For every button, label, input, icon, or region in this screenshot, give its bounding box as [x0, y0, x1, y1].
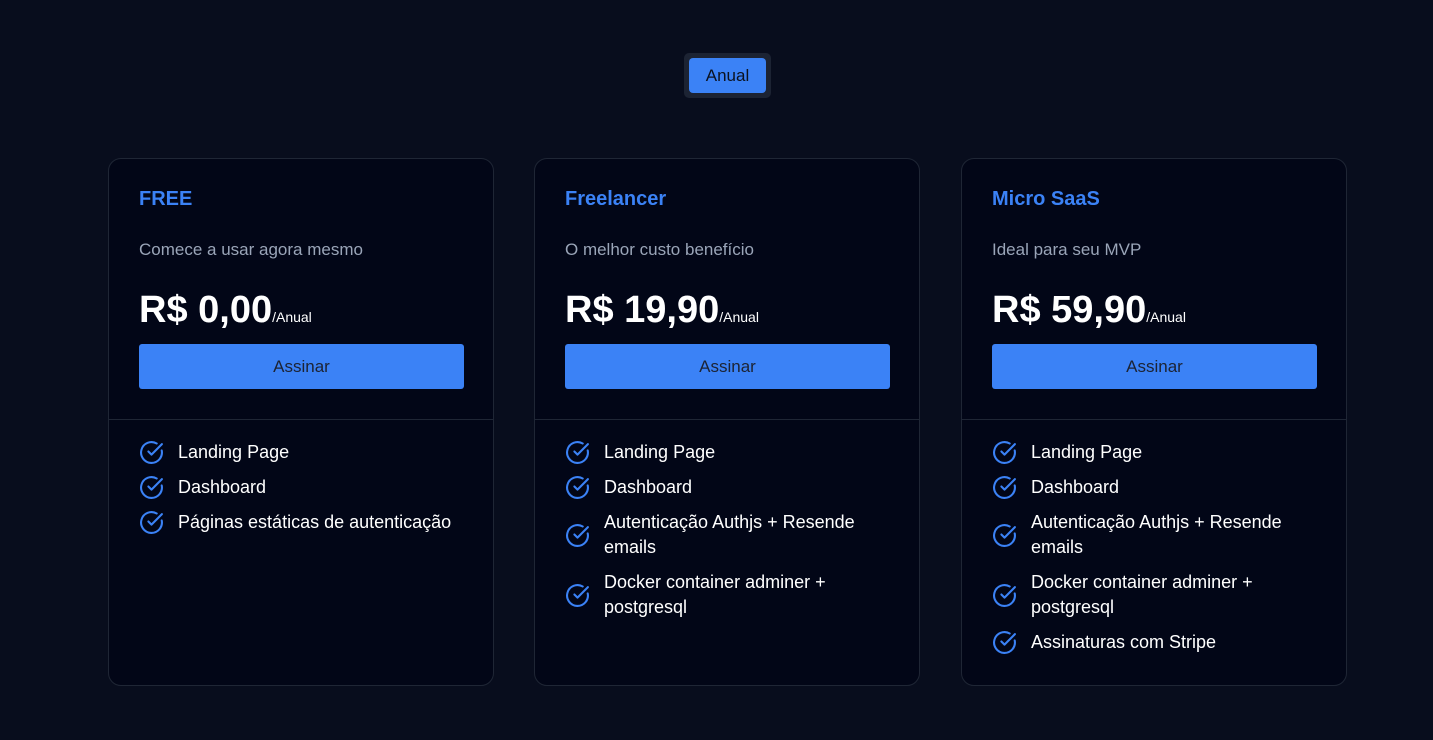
- feature-text: Docker container adminer + postgresql: [1031, 572, 1253, 617]
- feature-list: Landing Page Dashboard Páginas estáticas…: [109, 420, 493, 535]
- plan-card-header: Freelancer O melhor custo benefício R$ 1…: [535, 159, 919, 420]
- feature-text: Autenticação Authjs + Resende emails: [604, 512, 855, 557]
- feature-item: Dashboard: [992, 475, 1318, 500]
- subscribe-button[interactable]: Assinar: [992, 344, 1317, 389]
- feature-text: Dashboard: [1031, 477, 1120, 497]
- plan-card-header: FREE Comece a usar agora mesmo R$ 0,00/A…: [109, 159, 493, 420]
- feature-item: Landing Page: [565, 440, 891, 465]
- billing-annual-button[interactable]: Anual: [689, 58, 766, 93]
- check-circle-icon: [993, 476, 1016, 499]
- plan-price: R$ 59,90: [992, 289, 1147, 331]
- plan-card-header: Micro SaaS Ideal para seu MVP R$ 59,90/A…: [962, 159, 1346, 420]
- feature-text: Dashboard: [178, 477, 267, 497]
- subscribe-button[interactable]: Assinar: [139, 344, 464, 389]
- plan-card-free: FREE Comece a usar agora mesmo R$ 0,00/A…: [108, 158, 494, 686]
- plan-name: FREE: [139, 188, 193, 210]
- feature-text: Dashboard: [604, 477, 693, 497]
- check-circle-icon: [566, 441, 589, 464]
- check-circle-icon: [566, 583, 589, 607]
- plan-price: R$ 0,00: [139, 289, 273, 331]
- plan-price-row: R$ 19,90/Anual: [565, 289, 759, 332]
- check-circle-icon: [140, 511, 163, 534]
- plan-period: /Anual: [719, 309, 759, 325]
- feature-item: Assinaturas com Stripe: [992, 630, 1318, 655]
- feature-item: Landing Page: [992, 440, 1318, 465]
- check-circle-icon: [993, 631, 1016, 654]
- check-circle-icon: [140, 476, 163, 499]
- check-circle-icon: [566, 476, 589, 499]
- check-circle-icon: [993, 523, 1016, 547]
- feature-item: Páginas estáticas de autenticação: [139, 510, 465, 535]
- plan-period: /Anual: [272, 309, 312, 325]
- plan-card-micro-saas: Micro SaaS Ideal para seu MVP R$ 59,90/A…: [961, 158, 1347, 686]
- plan-period: /Anual: [1146, 309, 1186, 325]
- plan-name: Freelancer: [565, 188, 667, 210]
- check-circle-icon: [566, 523, 589, 547]
- plan-price-row: R$ 0,00/Anual: [139, 289, 312, 332]
- feature-item: Landing Page: [139, 440, 465, 465]
- subscribe-button[interactable]: Assinar: [565, 344, 890, 389]
- check-circle-icon: [993, 583, 1016, 607]
- feature-list: Landing Page Dashboard Autenticação Auth…: [535, 420, 919, 620]
- feature-text: Páginas estáticas de autenticação: [178, 512, 452, 532]
- feature-text: Landing Page: [604, 442, 716, 462]
- feature-item: Autenticação Authjs + Resende emails: [565, 510, 891, 560]
- plan-card-freelancer: Freelancer O melhor custo benefício R$ 1…: [534, 158, 920, 686]
- check-circle-icon: [993, 441, 1016, 464]
- feature-text: Docker container adminer + postgresql: [604, 572, 826, 617]
- plan-price-row: R$ 59,90/Anual: [992, 289, 1186, 332]
- check-circle-icon: [140, 441, 163, 464]
- plan-description: Ideal para seu MVP: [992, 240, 1142, 259]
- feature-item: Docker container adminer + postgresql: [565, 570, 891, 620]
- feature-text: Autenticação Authjs + Resende emails: [1031, 512, 1282, 557]
- feature-item: Dashboard: [139, 475, 465, 500]
- plan-price: R$ 19,90: [565, 289, 720, 331]
- feature-text: Landing Page: [1031, 442, 1143, 462]
- plan-name: Micro SaaS: [992, 188, 1100, 210]
- feature-text: Assinaturas com Stripe: [1031, 632, 1217, 652]
- feature-item: Autenticação Authjs + Resende emails: [992, 510, 1318, 560]
- feature-item: Docker container adminer + postgresql: [992, 570, 1318, 620]
- plan-description: Comece a usar agora mesmo: [139, 240, 363, 259]
- billing-toggle: Anual: [684, 53, 771, 98]
- plan-description: O melhor custo benefício: [565, 240, 754, 259]
- feature-text: Landing Page: [178, 442, 290, 462]
- feature-item: Dashboard: [565, 475, 891, 500]
- feature-list: Landing Page Dashboard Autenticação Auth…: [962, 420, 1346, 655]
